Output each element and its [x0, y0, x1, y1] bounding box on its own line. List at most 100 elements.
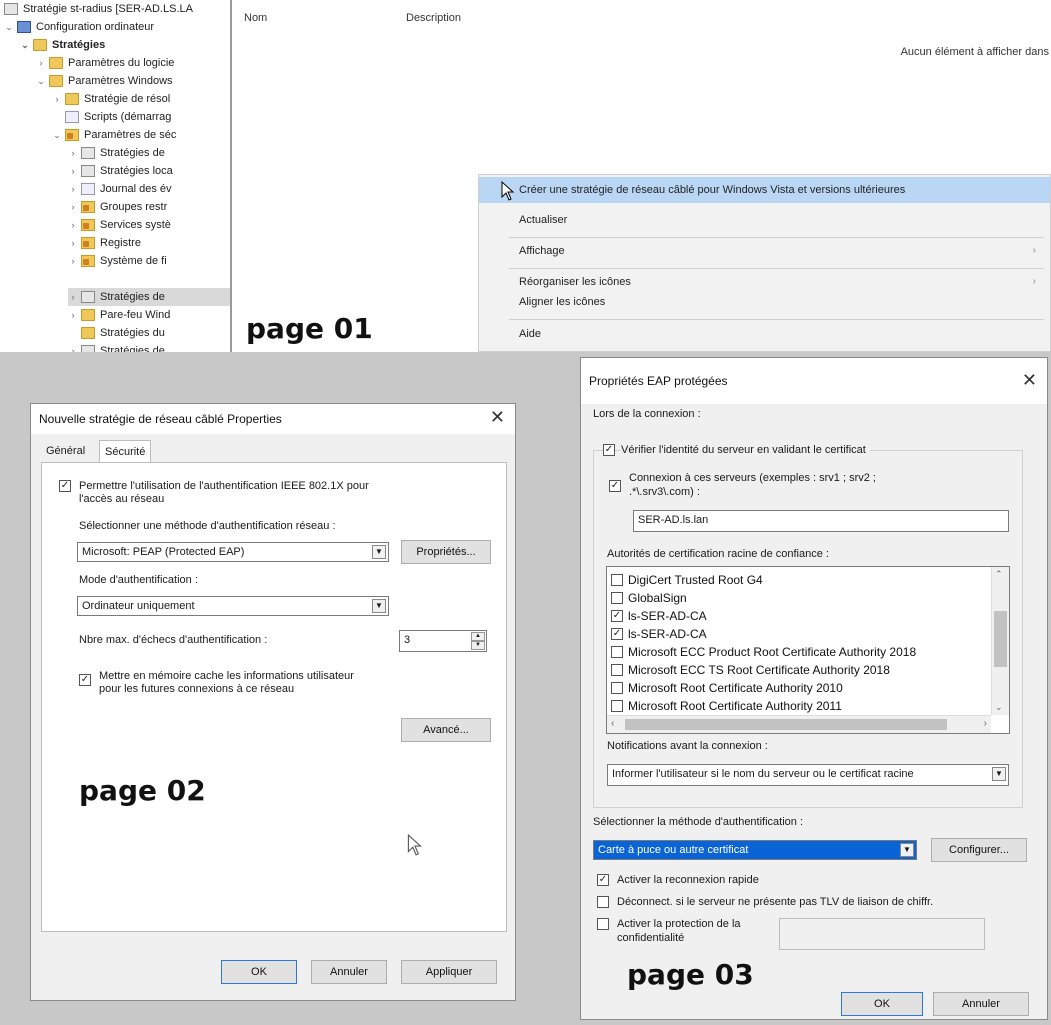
tree-node-file-system[interactable]: › Système de fi	[68, 252, 167, 270]
tree-node-registry[interactable]: › Registre	[68, 234, 141, 252]
scroll-left-icon[interactable]: ‹	[611, 718, 614, 729]
ca-checkbox[interactable]	[611, 682, 623, 694]
tree-node-system-services[interactable]: › Services systè	[68, 216, 171, 234]
chevron-right-icon[interactable]: ›	[68, 234, 78, 252]
chevron-right-icon[interactable]: ›	[68, 180, 78, 198]
list-item[interactable]: Microsoft ECC Product Root Certificate A…	[611, 643, 916, 661]
chevron-right-icon[interactable]: ›	[68, 216, 78, 234]
ca-checkbox[interactable]	[611, 646, 623, 658]
tab-general[interactable]: Général	[41, 440, 90, 462]
notifications-select[interactable]: Informer l'utilisateur si le nom du serv…	[607, 764, 1009, 786]
menu-item-view[interactable]: Affichage ›	[479, 238, 1050, 264]
properties-button[interactable]: Propriétés...	[401, 540, 491, 564]
cancel-button[interactable]: Annuler	[311, 960, 387, 984]
list-item[interactable]: GlobalSign	[611, 589, 687, 607]
list-item[interactable]: Microsoft ECC TS Root Certificate Author…	[611, 661, 890, 679]
scroll-down-icon[interactable]: ⌄	[995, 702, 1003, 713]
chevron-right-icon[interactable]: ›	[36, 54, 46, 72]
auth-method-select[interactable]: Carte à puce ou autre certificat ▼	[593, 840, 917, 860]
list-item[interactable]: ✓ ls-SER-AD-CA	[611, 607, 707, 625]
tree-node-name-resolution[interactable]: › Stratégie de résol	[52, 90, 170, 108]
tree-node-network-list-policies[interactable]: Stratégies du	[68, 324, 165, 342]
chevron-right-icon[interactable]: ›	[52, 90, 62, 108]
list-item[interactable]: Microsoft Root Certificate Authority 201…	[611, 679, 843, 697]
tree-node-partial[interactable]: › Stratégies de	[68, 342, 165, 352]
advanced-button[interactable]: Avancé...	[401, 718, 491, 742]
chevron-down-icon[interactable]: ▼	[372, 545, 386, 559]
stepper-down-icon[interactable]: ▼	[471, 641, 485, 650]
list-item[interactable]: DigiCert Trusted Root G4	[611, 571, 763, 589]
chevron-right-icon[interactable]: ›	[68, 288, 78, 306]
tree-node-windows-settings[interactable]: ⌄ Paramètres Windows	[36, 72, 173, 90]
chevron-down-icon[interactable]: ⌄	[20, 36, 30, 54]
disconnect-tlv-checkbox[interactable]	[597, 896, 609, 908]
ca-checkbox[interactable]	[611, 700, 623, 712]
chevron-down-icon[interactable]: ▼	[992, 767, 1006, 781]
tree-node-account-policies[interactable]: › Stratégies de	[68, 144, 165, 162]
tree-node-event-log[interactable]: › Journal des év	[68, 180, 172, 198]
chevron-right-icon[interactable]: ›	[68, 306, 78, 324]
menu-item-align-icons[interactable]: Aligner les icônes	[479, 289, 1050, 315]
cache-credentials-checkbox[interactable]: ✓	[79, 674, 91, 686]
list-item[interactable]: Microsoft Root Certificate Authority 201…	[611, 697, 842, 715]
tree-node-strategies[interactable]: ⌄ Stratégies	[20, 36, 105, 54]
scroll-up-icon[interactable]: ⌃	[995, 569, 1003, 580]
verify-server-checkbox[interactable]: ✓	[603, 444, 615, 456]
auth-method-select[interactable]: Microsoft: PEAP (Protected EAP) ▼	[77, 542, 389, 562]
chevron-down-icon[interactable]: ▼	[900, 843, 914, 857]
chevron-right-icon[interactable]: ›	[68, 198, 78, 216]
list-item[interactable]: ✓ ls-SER-AD-CA	[611, 625, 707, 643]
tree-node-scripts[interactable]: Scripts (démarrag	[52, 108, 171, 126]
ca-checkbox[interactable]	[611, 574, 623, 586]
chevron-down-icon[interactable]: ⌄	[52, 126, 62, 144]
max-failures-stepper[interactable]: 3 ▲ ▼	[399, 630, 487, 652]
tree-node-root[interactable]: Stratégie st-radius [SER-AD.LS.LA	[4, 0, 193, 18]
auth-mode-select[interactable]: Ordinateur uniquement ▼	[77, 596, 389, 616]
root-ca-listbox[interactable]: DigiCert Trusted Root G4 GlobalSign ✓ ls-…	[606, 566, 1010, 734]
ca-checkbox[interactable]: ✓	[611, 628, 623, 640]
tree-node-wired-network-policies[interactable]: › Stratégies de	[68, 288, 230, 306]
apply-button[interactable]: Appliquer	[401, 960, 497, 984]
privacy-identity-input[interactable]	[779, 918, 985, 950]
fast-reconnect-checkbox[interactable]: ✓	[597, 874, 609, 886]
policy-tree-pane[interactable]: Stratégie st-radius [SER-AD.LS.LA ⌄ Confi…	[0, 0, 232, 352]
configure-button[interactable]: Configurer...	[931, 838, 1027, 862]
tree-node-security-settings[interactable]: ⌄ Paramètres de séc	[52, 126, 176, 144]
tab-security[interactable]: Sécurité	[99, 440, 152, 463]
vertical-scrollbar[interactable]: ⌃ ⌄	[991, 567, 1009, 715]
menu-item-refresh[interactable]: Actualiser	[479, 207, 1050, 233]
scroll-thumb[interactable]	[994, 611, 1007, 667]
horizontal-scrollbar[interactable]: ‹ ›	[607, 715, 991, 733]
tree-node-firewall[interactable]: › Pare-feu Wind	[68, 306, 170, 324]
close-icon[interactable]: ✕	[1022, 370, 1037, 391]
close-icon[interactable]: ✕	[490, 407, 505, 428]
scroll-right-icon[interactable]: ›	[984, 718, 987, 729]
ca-checkbox[interactable]: ✓	[611, 610, 623, 622]
ok-button[interactable]: OK	[221, 960, 297, 984]
connect-servers-checkbox[interactable]: ✓	[609, 480, 621, 492]
chevron-right-icon[interactable]: ›	[68, 162, 78, 180]
ca-checkbox[interactable]	[611, 592, 623, 604]
scroll-thumb[interactable]	[625, 719, 947, 730]
menu-item-create-wired-policy[interactable]: Créer une stratégie de réseau câblé pour…	[479, 177, 1050, 203]
chevron-down-icon[interactable]: ⌄	[36, 72, 46, 90]
ca-checkbox[interactable]	[611, 664, 623, 676]
enable-8021x-checkbox[interactable]: ✓	[59, 480, 71, 492]
ok-button[interactable]: OK	[841, 992, 923, 1016]
tree-node-computer-config[interactable]: ⌄ Configuration ordinateur	[4, 18, 154, 36]
cancel-button[interactable]: Annuler	[933, 992, 1029, 1016]
chevron-down-icon[interactable]: ▼	[372, 599, 386, 613]
tree-node-local-policies[interactable]: › Stratégies loca	[68, 162, 173, 180]
chevron-right-icon[interactable]: ›	[68, 252, 78, 270]
chevron-down-icon[interactable]: ⌄	[4, 18, 14, 36]
menu-item-help[interactable]: Aide	[479, 321, 1050, 347]
tree-node-software-settings[interactable]: › Paramètres du logicie	[36, 54, 174, 72]
servers-input[interactable]: SER-AD.ls.lan	[633, 510, 1009, 532]
column-header-description[interactable]: Description	[406, 12, 461, 24]
chevron-right-icon[interactable]: ›	[68, 144, 78, 162]
chevron-right-icon[interactable]: ›	[68, 342, 78, 352]
column-header-name[interactable]: Nom	[244, 12, 267, 24]
privacy-checkbox[interactable]	[597, 918, 609, 930]
tree-node-restricted-groups[interactable]: › Groupes restr	[68, 198, 167, 216]
stepper-up-icon[interactable]: ▲	[471, 632, 485, 641]
